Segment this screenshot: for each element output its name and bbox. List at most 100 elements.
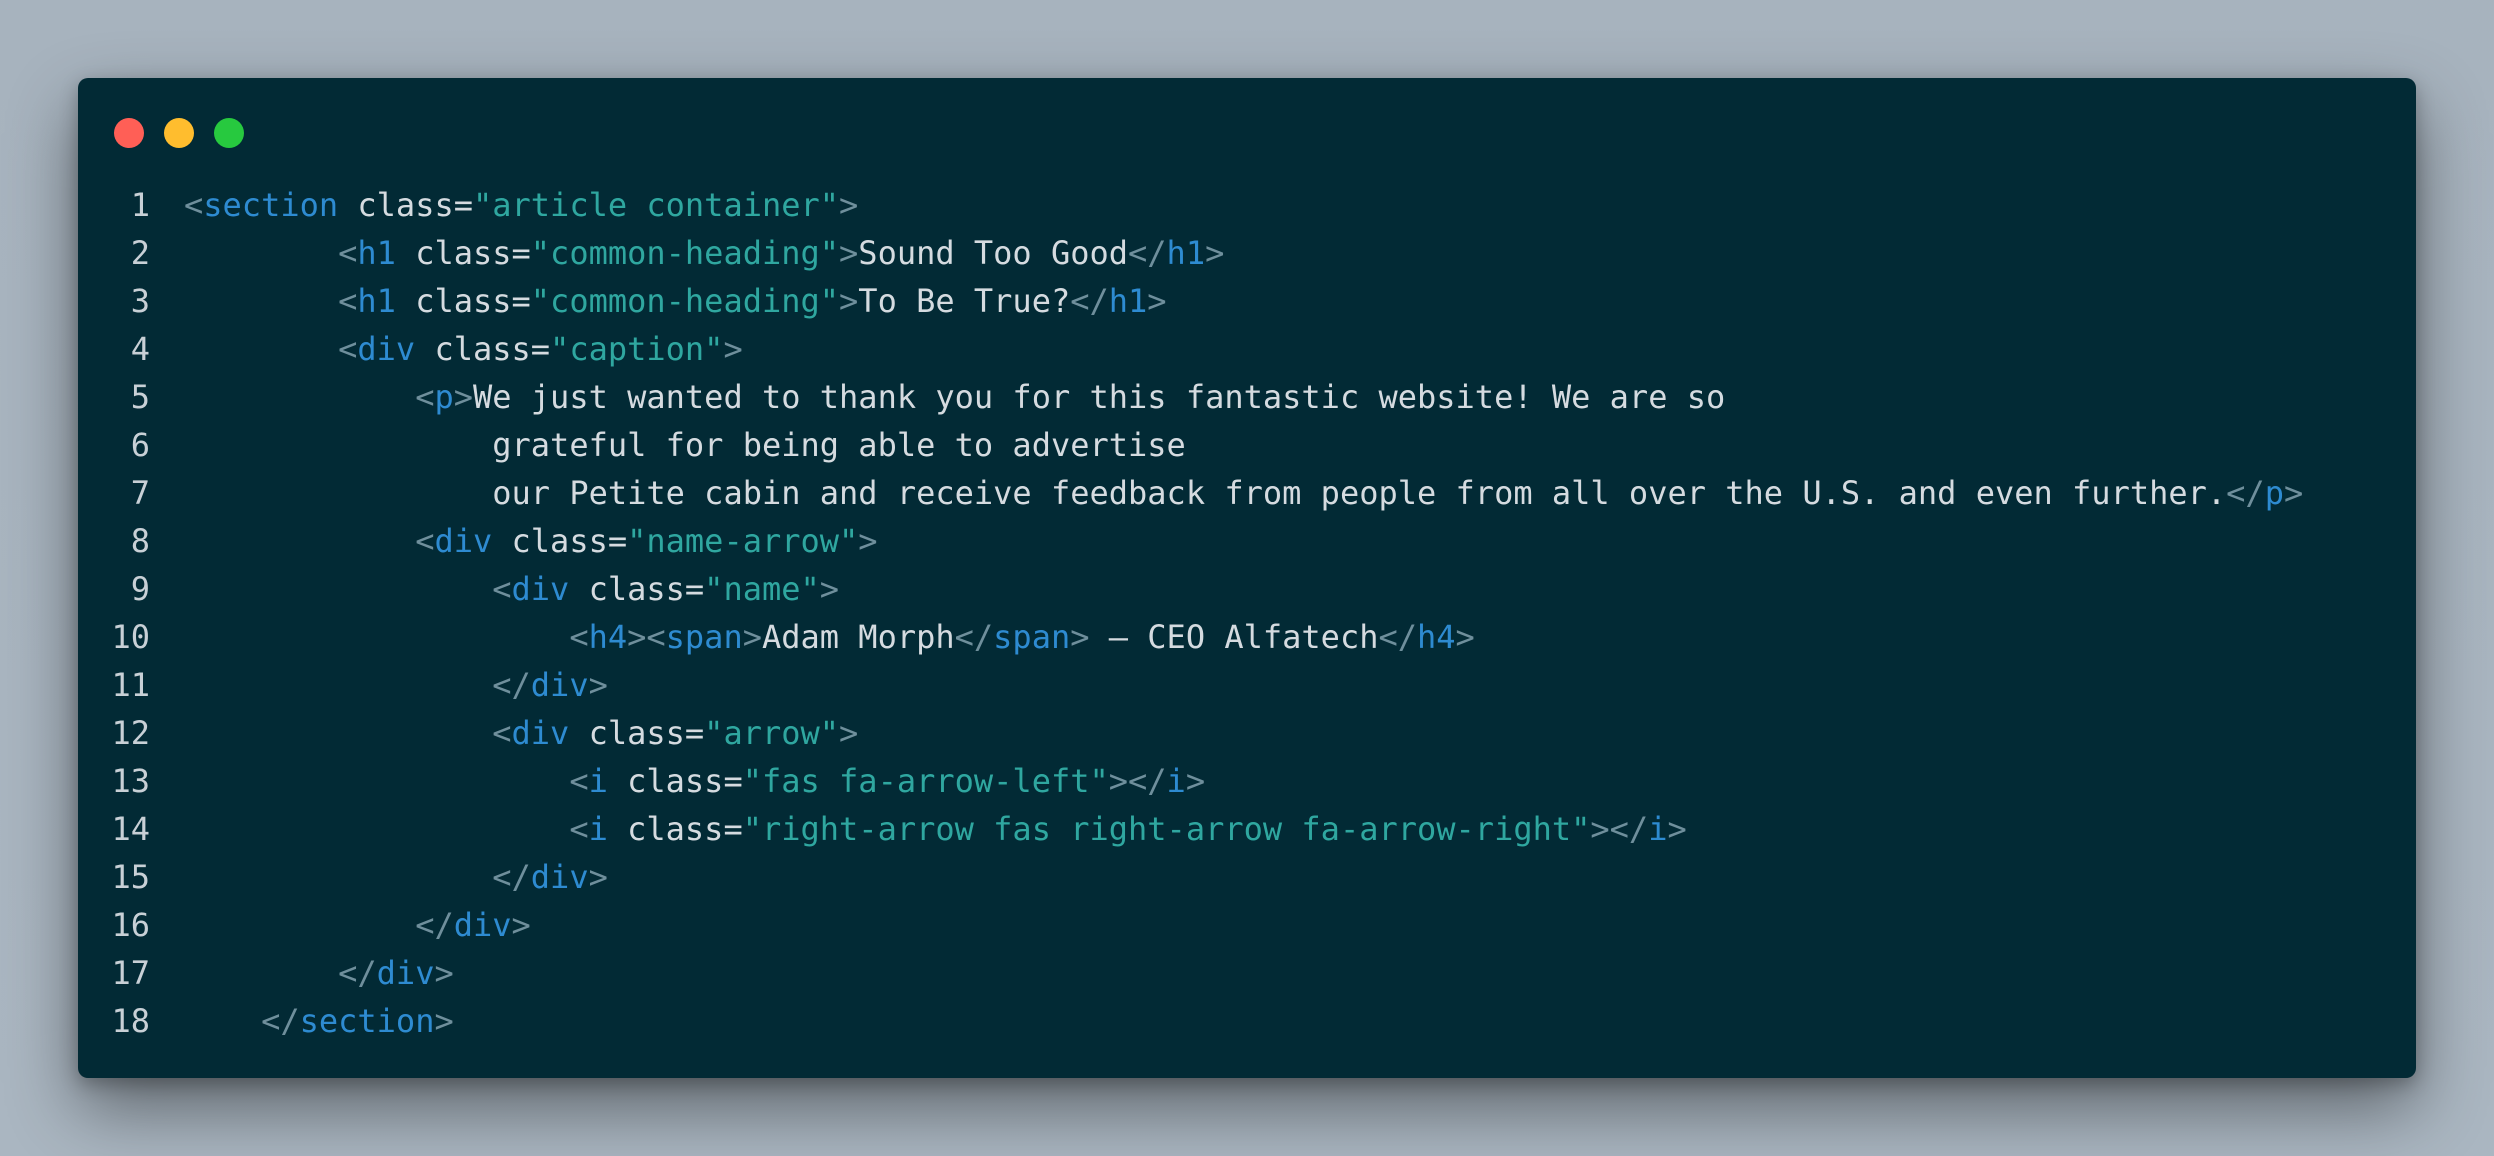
tag-name: div <box>530 858 589 896</box>
tag-punctuation: > <box>819 570 840 608</box>
code-text: <i class="fas fa-arrow-left"></i> <box>184 757 1205 805</box>
tag-punctuation: > <box>588 666 608 704</box>
code-text: </div> <box>184 853 608 901</box>
tag-punctuation: < <box>492 714 512 752</box>
line-number: 3 <box>130 282 150 320</box>
attribute-name: class= <box>338 186 473 224</box>
tag-punctuation: </ <box>1128 234 1167 272</box>
tag-name: i <box>1648 810 1668 848</box>
tag-punctuation: > <box>588 858 608 896</box>
line-number: 15 <box>111 858 150 896</box>
tag-punctuation: </ <box>1128 762 1167 800</box>
line-number: 14 <box>111 810 150 848</box>
attribute-value: "arrow" <box>704 714 840 752</box>
line-number: 2 <box>130 234 150 272</box>
tag-punctuation: < <box>338 330 358 368</box>
attribute-value: "right-arrow fas right-arrow fa-arrow-ri… <box>742 810 1591 848</box>
line-number: 6 <box>130 426 150 464</box>
tag-punctuation: > <box>1590 810 1610 848</box>
attribute-value: "common-heading" <box>530 282 840 320</box>
code-line: 2 <h1 class="common-heading">Sound Too G… <box>78 229 2416 277</box>
code-text: </div> <box>184 661 608 709</box>
code-text: <h1 class="common-heading">Sound Too Goo… <box>184 229 1224 277</box>
tag-name: i <box>1166 762 1186 800</box>
maximize-button[interactable] <box>214 118 244 148</box>
attribute-name: class= <box>569 714 705 752</box>
tag-punctuation: > <box>839 234 859 272</box>
tag-punctuation: < <box>569 762 589 800</box>
code-line: 4 <div class="caption"> <box>78 325 2416 373</box>
attribute-name: class= <box>395 234 531 272</box>
attribute-value: "name-arrow" <box>627 522 859 560</box>
minimize-button[interactable] <box>164 118 194 148</box>
code-line: 7 our Petite cabin and receive feedback … <box>78 469 2416 517</box>
tag-punctuation: > <box>2283 474 2304 512</box>
tag-punctuation: > <box>742 618 762 656</box>
code-text: <div class="caption"> <box>184 325 743 373</box>
tag-name: span <box>993 618 1071 656</box>
tag-punctuation: > <box>434 954 454 992</box>
code-text: <h4><span>Adam Morph</span> — CEO Alfate… <box>184 613 1474 661</box>
tag-name: div <box>511 570 570 608</box>
line-number: 7 <box>130 474 150 512</box>
text-content: Adam Morph <box>761 618 955 656</box>
code-line: 15 </div> <box>78 853 2416 901</box>
tag-punctuation: > <box>511 906 531 944</box>
code-text: <i class="right-arrow fas right-arrow fa… <box>184 805 1687 853</box>
tag-punctuation: < <box>338 282 358 320</box>
tag-punctuation: </ <box>492 858 531 896</box>
tag-name: i <box>588 810 608 848</box>
line-number: 13 <box>111 762 150 800</box>
code-text: </section> <box>184 997 454 1045</box>
tag-name: h4 <box>588 618 628 656</box>
text-content: Sound Too Good <box>858 234 1129 272</box>
tag-punctuation: > <box>723 330 743 368</box>
tag-punctuation: </ <box>415 906 454 944</box>
tag-punctuation: > <box>1147 282 1167 320</box>
line-number: 5 <box>130 378 150 416</box>
tag-punctuation: > <box>1667 810 1687 848</box>
text-content: our Petite cabin and receive feedback fr… <box>492 474 2227 512</box>
code-text: <div class="name-arrow"> <box>184 517 877 565</box>
tag-punctuation: > <box>1185 762 1206 800</box>
tag-punctuation: > <box>839 714 859 752</box>
text-content: We just wanted to thank you for this fan… <box>472 378 1726 416</box>
tag-punctuation: </ <box>1609 810 1649 848</box>
code-text: </div> <box>184 901 531 949</box>
code-text: <section class="article container"> <box>184 181 858 229</box>
code-text: <h1 class="common-heading">To Be True?</… <box>184 277 1167 325</box>
tag-punctuation: </ <box>261 1002 300 1040</box>
attribute-value: "caption" <box>550 330 724 368</box>
attribute-value: "common-heading" <box>530 234 840 272</box>
tag-name: h1 <box>357 282 396 320</box>
tag-name: p <box>2264 474 2284 512</box>
tag-punctuation: < <box>646 618 666 656</box>
attribute-value: "name" <box>704 570 820 608</box>
line-number: 8 <box>130 522 150 560</box>
tag-name: span <box>665 618 743 656</box>
close-button[interactable] <box>114 118 144 148</box>
tag-name: h1 <box>1166 234 1206 272</box>
tag-name: div <box>511 714 570 752</box>
tag-name: h1 <box>1108 282 1148 320</box>
tag-name: section <box>203 186 339 224</box>
tag-name: h1 <box>357 234 396 272</box>
tag-name: h4 <box>1417 618 1456 656</box>
tag-punctuation: < <box>415 378 435 416</box>
tag-name: div <box>434 522 493 560</box>
tag-punctuation: > <box>1070 618 1090 656</box>
code-line: 8 <div class="name-arrow"> <box>78 517 2416 565</box>
tag-punctuation: </ <box>1378 618 1417 656</box>
tag-punctuation: < <box>338 234 358 272</box>
code-line: 12 <div class="arrow"> <box>78 709 2416 757</box>
